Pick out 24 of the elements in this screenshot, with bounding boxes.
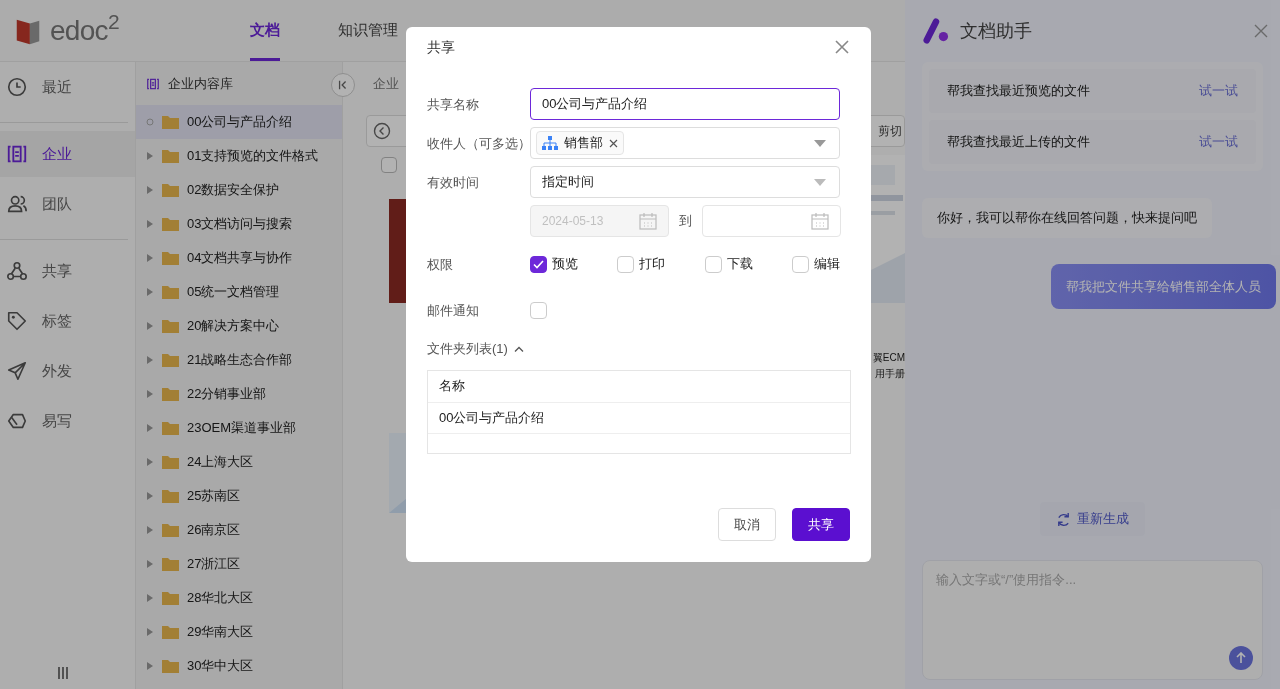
dialog-title: 共享: [427, 37, 455, 57]
checkbox-label: 预览: [552, 255, 578, 274]
bot-message: 你好，我可以帮你在线回答问题，快来提问吧: [922, 198, 1212, 238]
breadcrumb: 企业: [373, 74, 399, 93]
logo-text: edoc$^{2}$: [50, 16, 119, 45]
column-header: 名称: [439, 377, 465, 396]
field-label: 共享名称: [427, 97, 479, 112]
checkbox-label: 打印: [639, 255, 666, 274]
suggestion-text: 帮我查找最近上传的文件: [947, 133, 1090, 152]
file-name: 翼ECM: [872, 351, 905, 365]
field-label: 权限: [427, 257, 453, 272]
table-cell-text: 00公司与产品介绍: [439, 408, 545, 427]
field-label: 邮件通知: [427, 303, 479, 318]
date-separator: 到: [679, 212, 692, 231]
field-label: 有效时间: [427, 175, 479, 190]
checkbox-label: 下载: [726, 255, 753, 274]
tree-title: 企业内容库: [168, 74, 233, 93]
user-message: 帮我把文件共享给销售部全体人员: [1051, 263, 1276, 309]
file-name: 用手册: [875, 367, 905, 381]
field-label: 收件人（可多选）: [427, 136, 531, 151]
checkbox-label: 编辑: [814, 255, 840, 274]
suggestion-text: 帮我查找最近预览的文件: [947, 82, 1090, 101]
tag-label: 销售部: [564, 134, 603, 153]
panel-title: 文档助手: [960, 19, 1032, 43]
